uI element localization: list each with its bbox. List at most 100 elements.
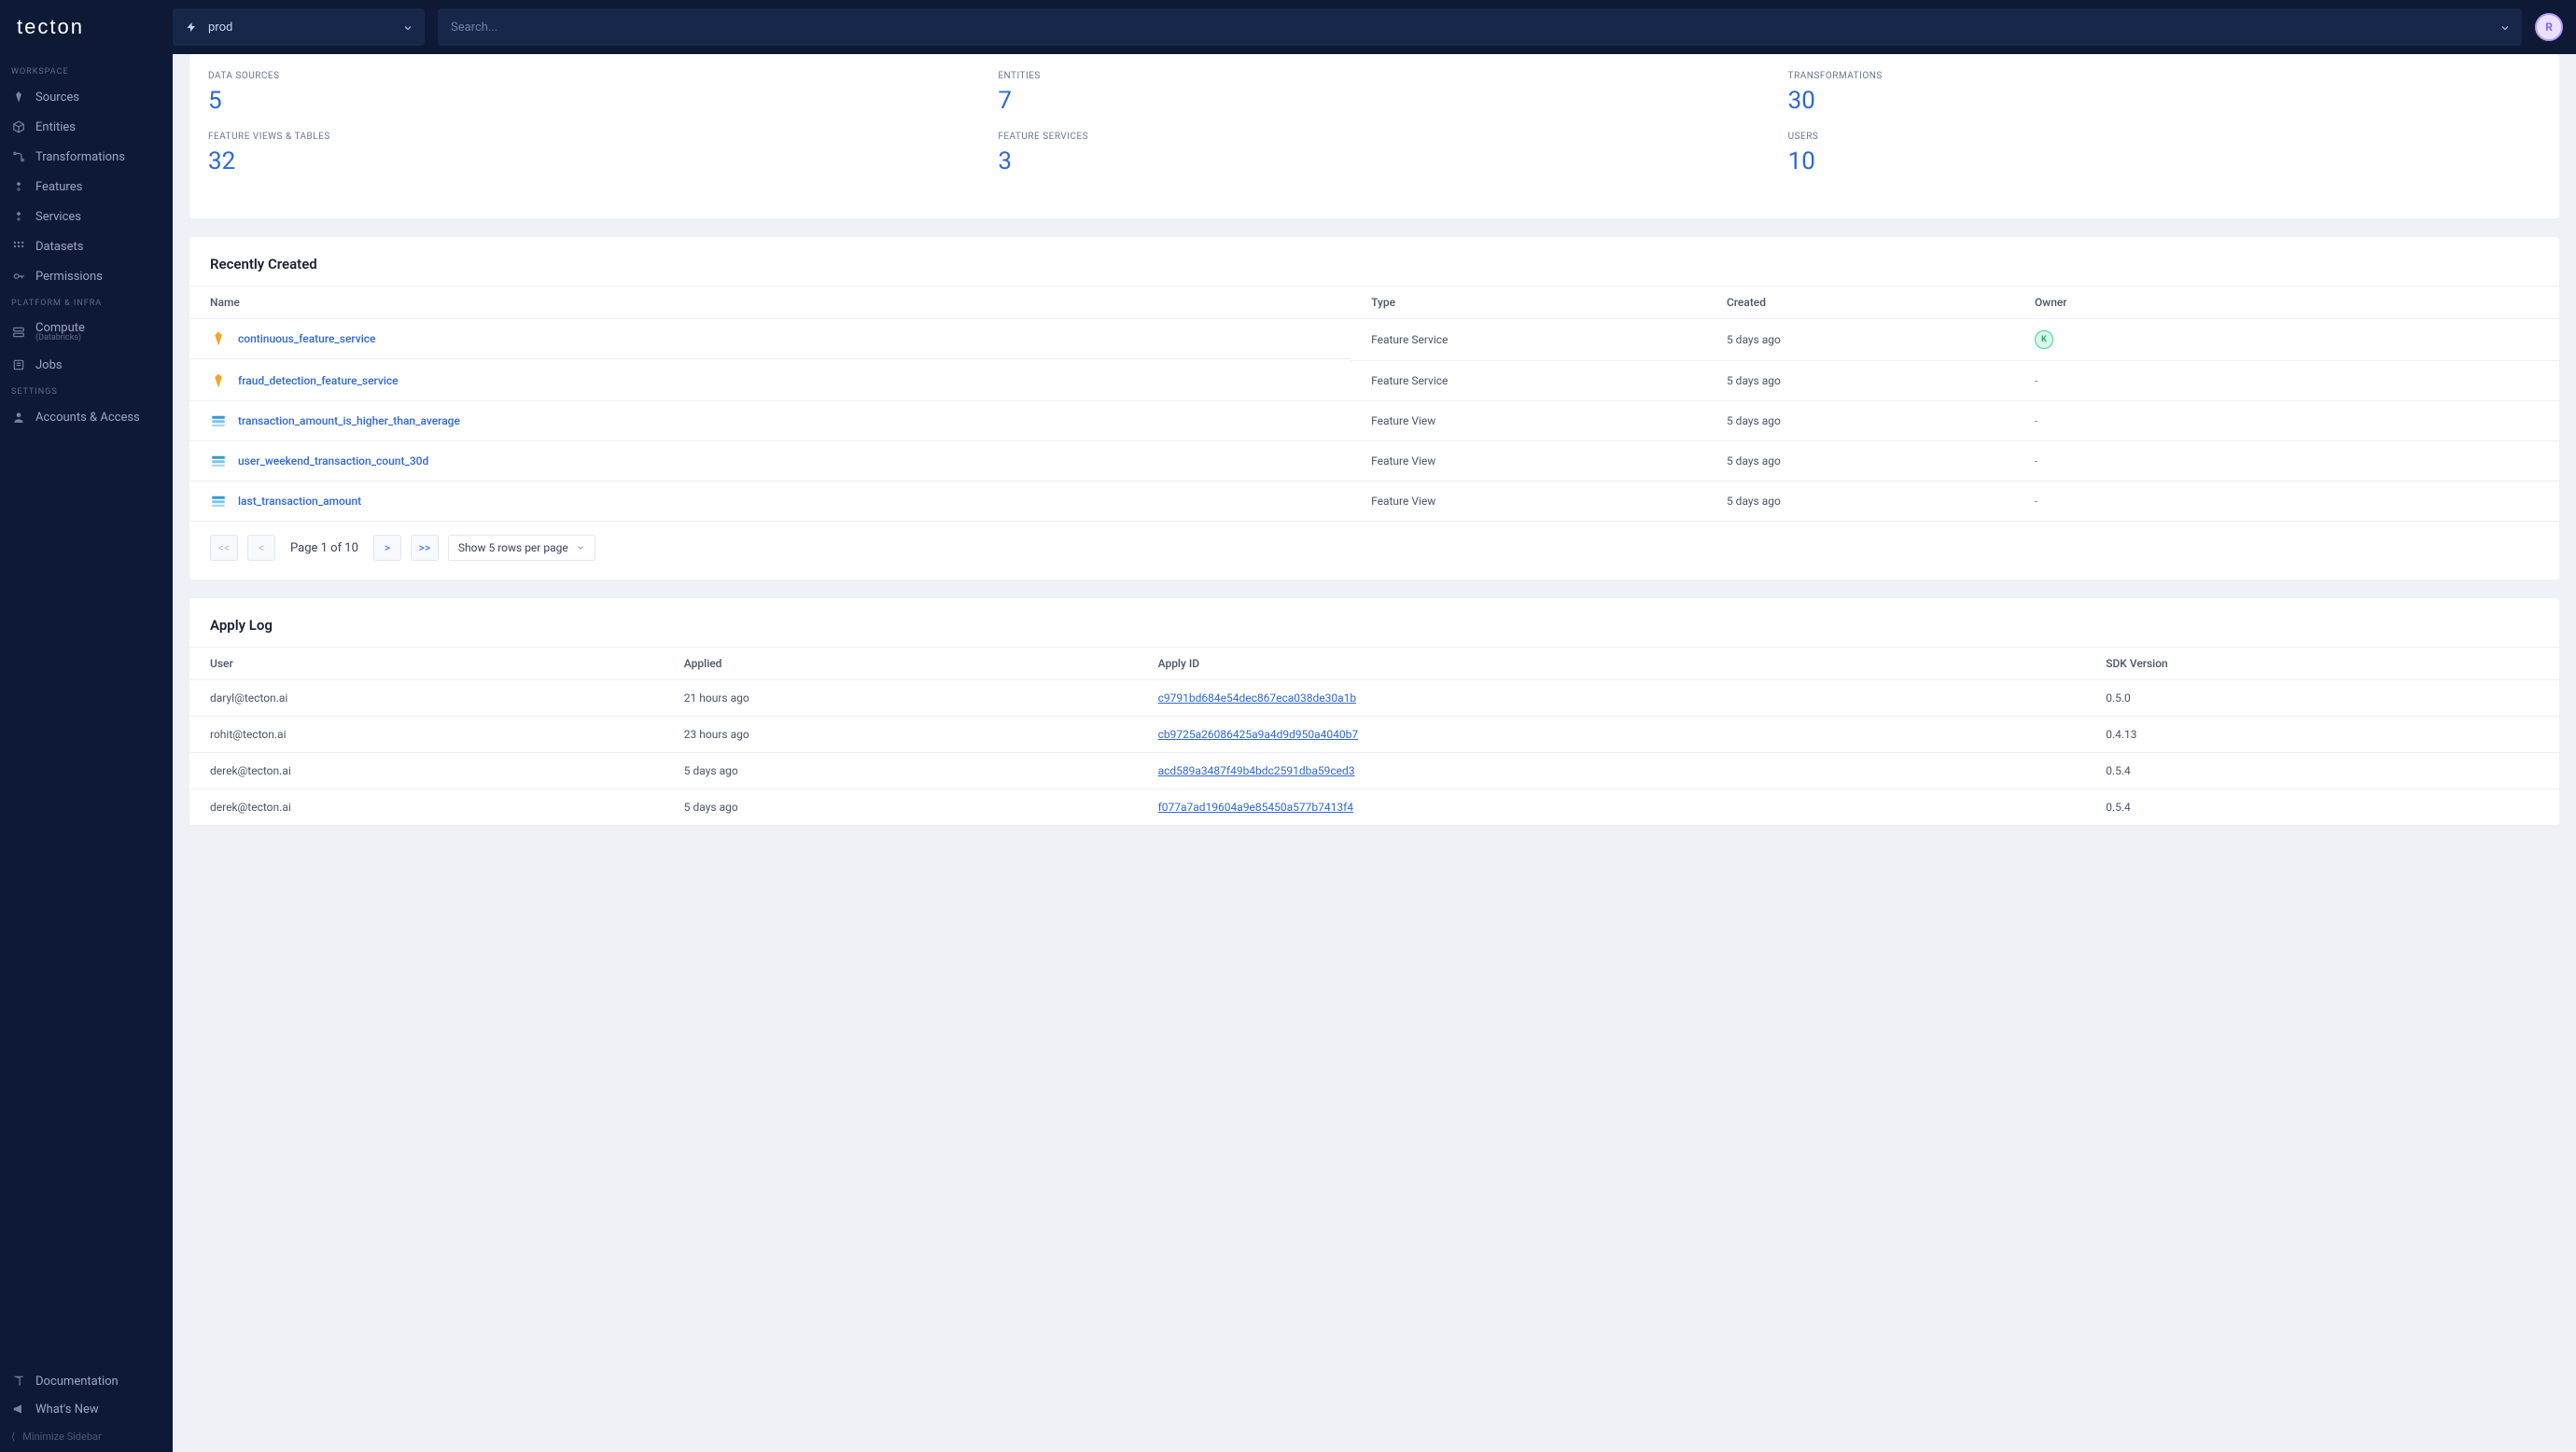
stats-card: DATA SOURCES5ENTITIES7TRANSFORMATIONS30F… [189,54,2559,218]
sidebar-bottom-item-what-s-new[interactable]: What's New [0,1395,173,1423]
item-link[interactable]: last_transaction_amount [238,495,361,508]
column-header[interactable]: Created [1706,286,2014,319]
owner-empty: - [2035,374,2037,387]
item-owner: - [2014,482,2559,522]
item-type: Feature Service [1351,361,1706,401]
service-icon [210,330,227,347]
apply-sdk: 0.5.4 [2085,789,2559,826]
apply-user: rohit@tecton.ai [189,717,664,753]
environment-selector[interactable]: prod [173,8,425,46]
table-row: daryl@tecton.ai21 hours ago c9791bd684e54… [189,680,2559,717]
nav-label: Permissions [35,270,103,284]
stat-value[interactable]: 10 [1788,147,2541,175]
recently-created-title: Recently Created [189,237,2559,286]
table-row: user_weekend_transaction_count_30d Featur… [189,441,2559,482]
nav-label: What's New [35,1403,99,1417]
stat-data-sources: DATA SOURCES5 [208,71,960,115]
rows-per-page-label: Show 5 rows per page [458,541,568,554]
table-row: transaction_amount_is_higher_than_averag… [189,401,2559,441]
recently-created-card: Recently Created NameTypeCreatedOwner co… [189,237,2559,579]
item-link[interactable]: continuous_feature_service [238,332,375,345]
sidebar-item-entities[interactable]: Entities [0,112,173,142]
apply-log-title: Apply Log [189,598,2559,647]
sidebar-item-features[interactable]: Features [0,172,173,202]
column-header[interactable]: Applied [664,648,1138,680]
nav-label: Services [35,210,81,224]
bolt-icon [186,21,197,34]
item-link[interactable]: transaction_amount_is_higher_than_averag… [238,414,460,427]
column-header[interactable]: Type [1351,286,1706,319]
nav-sublabel: (Databricks) [35,333,85,342]
owner-badge[interactable]: K [2035,330,2053,349]
stat-value[interactable]: 5 [208,87,960,115]
nav-section-workspace-label: WORKSPACE [0,60,173,82]
minimize-icon: ⟨ [11,1431,15,1443]
nav-label: Transformations [35,150,125,164]
page-first-button[interactable]: << [210,535,238,561]
table-row: rohit@tecton.ai23 hours agocb9725a260864… [189,717,2559,753]
item-type: Feature View [1351,441,1706,482]
flow-icon [11,149,26,164]
item-created: 5 days ago [1706,482,2014,522]
chevron-down-icon [2499,22,2509,32]
item-created: 5 days ago [1706,361,2014,401]
rows-per-page-select[interactable]: Show 5 rows per page [448,535,595,561]
item-created: 5 days ago [1706,319,2014,361]
pagination: << < Page 1 of 10 > >> Show 5 rows per p… [189,522,2559,579]
stat-value[interactable]: 30 [1788,87,2541,115]
column-header[interactable]: Name [189,286,1351,319]
apply-id-link[interactable]: f077a7ad19604a9e85450a577b7413f4 [1158,801,1353,814]
table-row: continuous_feature_service Feature Servic… [189,319,2559,361]
sidebar-item-permissions[interactable]: Permissions [0,261,173,291]
owner-empty: - [2035,495,2037,508]
sidebar-item-transformations[interactable]: Transformations [0,142,173,172]
stat-value[interactable]: 3 [998,147,1750,175]
item-owner: K [2014,319,2559,361]
apply-id-link[interactable]: acd589a3487f49b4bdc2591dba59ced3 [1158,764,1355,777]
diamond3b-icon [11,209,26,224]
sidebar-item-datasets[interactable]: Datasets [0,231,173,261]
column-header[interactable]: User [189,648,664,680]
sidebar-item-compute[interactable]: Compute(Databricks) [0,314,173,350]
nav-label: Jobs [35,358,63,372]
column-header[interactable]: SDK Version [2085,648,2559,680]
sidebar-bottom-item-documentation[interactable]: Documentation [0,1367,173,1395]
megaphone-icon [11,1402,26,1417]
item-owner: - [2014,441,2559,482]
sidebar-item-sources[interactable]: Sources [0,82,173,112]
apply-user: daryl@tecton.ai [189,680,664,717]
sidebar-item-jobs[interactable]: Jobs [0,350,173,380]
stat-value[interactable]: 7 [998,87,1750,115]
page-prev-button[interactable]: < [247,535,275,561]
diamond3-icon [11,179,26,194]
page-label: Page 1 of 10 [290,541,358,555]
apply-sdk: 0.5.4 [2085,753,2559,789]
nav-label: Features [35,180,82,194]
item-link[interactable]: user_weekend_transaction_count_30d [238,454,428,468]
column-header[interactable]: Apply ID [1138,648,2086,680]
avatar-initial: R [2545,21,2553,34]
table-row: fraud_detection_feature_service Feature S… [189,361,2559,401]
item-type: Feature View [1351,482,1706,522]
page-next-button[interactable]: > [373,535,401,561]
table-row: derek@tecton.ai5 days agoacd589a3487f49b… [189,753,2559,789]
book-icon [11,1374,26,1389]
stat-value[interactable]: 32 [208,147,960,175]
page-last-button[interactable]: >> [411,535,439,561]
apply-time: 21 hours ago [664,680,1138,717]
column-header[interactable]: Owner [2014,286,2559,319]
sidebar: tecton WORKSPACE SourcesEntitiesTransfor… [0,0,173,1452]
chevron-down-icon [402,22,412,32]
search-input[interactable]: Search... [438,8,2522,46]
apply-id-link[interactable]: c9791bd684e54dec867eca038de30a1b [1158,691,1357,705]
table-row: last_transaction_amount Feature View5 day… [189,482,2559,522]
apply-id-link[interactable]: cb9725a26086425a9a4d9d950a4040b7 [1158,728,1359,741]
dots-icon [11,239,26,254]
item-type: Feature Service [1351,319,1706,361]
minimize-sidebar-button[interactable]: ⟨ Minimize Sidebar [0,1423,173,1452]
sidebar-item-accounts-access[interactable]: Accounts & Access [0,402,173,432]
user-avatar[interactable]: R [2535,13,2563,41]
nav-section-platform-label: PLATFORM & INFRA [0,291,173,314]
sidebar-item-services[interactable]: Services [0,202,173,231]
item-link[interactable]: fraud_detection_feature_service [238,374,399,387]
